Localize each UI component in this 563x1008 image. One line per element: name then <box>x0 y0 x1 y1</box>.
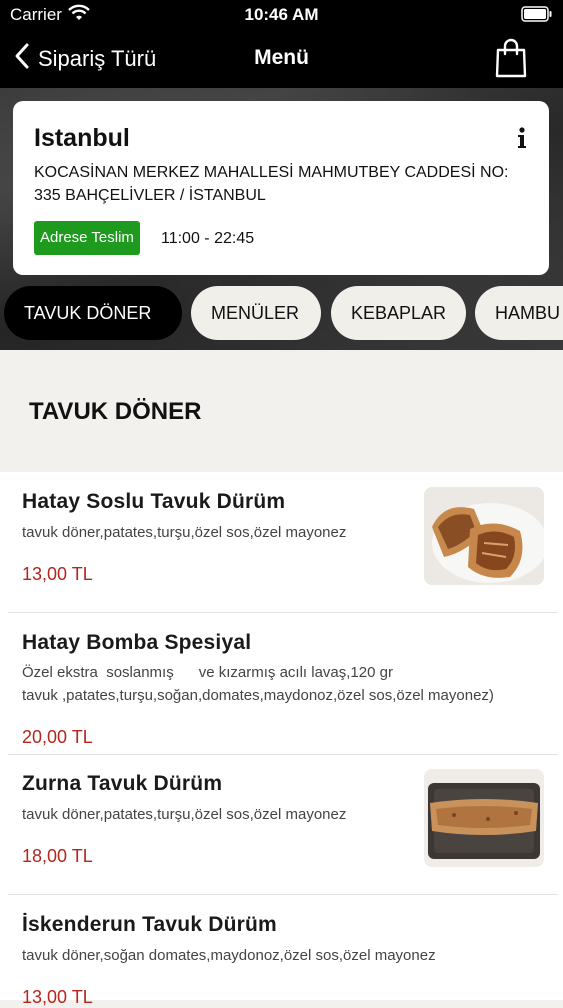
menu-item[interactable]: Hatay Bomba Spesiyal Özel ekstra soslanm… <box>0 613 563 755</box>
item-price: 20,00 TL <box>22 727 93 747</box>
item-price: 18,00 TL <box>22 846 93 866</box>
tab-tavuk-doner[interactable]: TAVUK DÖNER <box>4 286 182 340</box>
store-card: Istanbul KOCASİNAN MERKEZ MAHALLESİ MAHM… <box>13 101 549 275</box>
tab-label: HAMBU <box>495 303 561 323</box>
tab-hamburger[interactable]: HAMBU <box>475 286 563 340</box>
section-title: TAVUK DÖNER <box>29 398 202 425</box>
menu-item[interactable]: Hatay Soslu Tavuk Dürüm tavuk döner,pata… <box>0 472 563 613</box>
store-hours: 11:00 - 22:45 <box>161 230 255 247</box>
item-name: Zurna Tavuk Dürüm <box>22 772 223 795</box>
tab-menuler[interactable]: MENÜLER <box>191 286 321 340</box>
cart-button[interactable] <box>495 38 527 83</box>
status-time: 10:46 AM <box>244 5 319 24</box>
tab-label: KEBAPLAR <box>351 303 447 323</box>
item-description: tavuk döner,soğan domates,maydonoz,özel … <box>22 947 436 964</box>
battery-icon <box>521 6 553 27</box>
section-header: TAVUK DÖNER <box>0 350 563 472</box>
item-image <box>424 769 544 867</box>
store-address: KOCASİNAN MERKEZ MAHALLESİ MAHMUTBEY CAD… <box>34 164 509 204</box>
info-icon[interactable] <box>517 127 527 154</box>
item-description: tavuk ,patates,turşu,soğan,domates,maydo… <box>22 687 494 704</box>
category-tabs: TAVUK DÖNER MENÜLER KEBAPLAR HAMBU <box>0 286 563 340</box>
item-image <box>424 487 544 585</box>
item-price: 13,00 TL <box>22 564 93 584</box>
menu-item[interactable]: Zurna Tavuk Dürüm tavuk döner,patates,tu… <box>0 754 563 895</box>
item-name: İskenderun Tavuk Dürüm <box>22 913 277 936</box>
item-price: 13,00 TL <box>22 987 93 1007</box>
tab-label: MENÜLER <box>211 303 300 323</box>
delivery-type-badge: Adrese Teslim <box>34 221 140 255</box>
tab-label: TAVUK DÖNER <box>24 303 152 323</box>
menu-item-list: Hatay Soslu Tavuk Dürüm tavuk döner,pata… <box>0 472 563 1007</box>
store-name: Istanbul <box>34 124 130 152</box>
status-bar: Carrier 10:46 AM <box>0 0 563 30</box>
page-title: Menü <box>254 46 309 69</box>
item-description: tavuk döner,patates,turşu,özel sos,özel … <box>22 524 347 541</box>
item-name: Hatay Bomba Spesiyal <box>22 631 252 654</box>
shopping-bag-icon <box>495 38 527 82</box>
item-description: Özel ekstra soslanmış ve kızarmış acılı … <box>22 664 393 681</box>
item-description: tavuk döner,patates,turşu,özel sos,özel … <box>22 806 347 823</box>
tab-kebaplar[interactable]: KEBAPLAR <box>331 286 466 340</box>
navigation-bar: Sipariş Türü Menü <box>0 30 563 88</box>
menu-item[interactable]: İskenderun Tavuk Dürüm tavuk döner,soğan… <box>0 895 563 1007</box>
item-name: Hatay Soslu Tavuk Dürüm <box>22 490 286 513</box>
